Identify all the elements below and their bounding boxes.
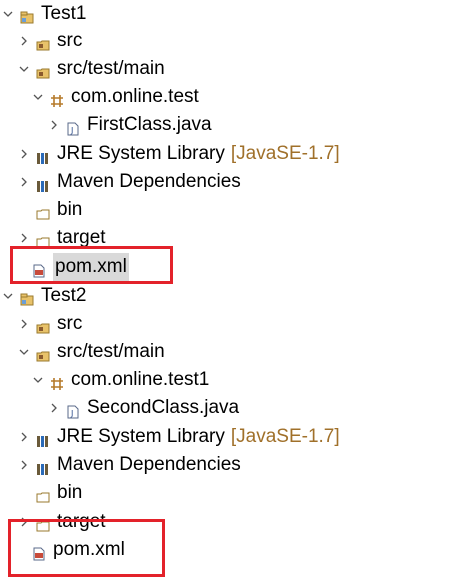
chevron-down-icon[interactable] — [2, 0, 14, 28]
tree-item-label: src/test/main — [57, 58, 165, 79]
tree-item-jre-library[interactable]: JRE System Library [JavaSE-1.7] — [0, 140, 474, 168]
tree-item-label: SecondClass.java — [87, 397, 240, 418]
highlight-box — [10, 246, 173, 284]
tree-item-label: Maven Dependencies — [57, 454, 241, 475]
chevron-down-icon[interactable] — [32, 83, 44, 111]
project-label: Test2 — [41, 285, 87, 306]
tree-item-label: com.online.test1 — [71, 369, 210, 390]
tree-item-label: src — [57, 30, 83, 51]
project-icon — [20, 6, 34, 24]
tree-item-label: com.online.test — [71, 86, 199, 107]
java-file-icon: J — [66, 117, 80, 136]
source-folder-icon — [36, 316, 50, 334]
library-icon — [36, 174, 50, 192]
tree-item-label: Maven Dependencies — [57, 171, 241, 192]
svg-text:J: J — [70, 409, 73, 418]
chevron-right-icon[interactable] — [18, 423, 30, 451]
chevron-right-icon[interactable] — [48, 111, 60, 139]
tree-item-test-source-folder[interactable]: src/test/main — [0, 338, 474, 366]
chevron-right-icon[interactable] — [18, 168, 30, 196]
tree-item-test1-project[interactable]: Test1 — [0, 0, 474, 28]
tree-item-label: FirstClass.java — [87, 114, 212, 135]
folder-icon — [36, 230, 50, 248]
tree-item-label: JRE System Library — [57, 143, 225, 164]
jre-version-decorator: [JavaSE-1.7] — [230, 426, 340, 447]
jre-version-decorator: [JavaSE-1.7] — [230, 143, 340, 164]
project-label: Test1 — [41, 3, 87, 24]
tree-item-java-file[interactable]: J FirstClass.java — [0, 111, 474, 139]
tree-item-bin[interactable]: bin — [0, 479, 474, 507]
tree-item-label: bin — [57, 199, 83, 220]
source-folder-icon — [36, 33, 50, 51]
chevron-right-icon[interactable] — [18, 140, 30, 168]
tree-item-package[interactable]: com.online.test1 — [0, 366, 474, 394]
tree-item-maven-dependencies[interactable]: Maven Dependencies — [0, 451, 474, 479]
chevron-down-icon[interactable] — [18, 55, 30, 83]
tree-item-jre-library[interactable]: JRE System Library [JavaSE-1.7] — [0, 423, 474, 451]
tree-item-bin[interactable]: bin — [0, 196, 474, 224]
chevron-right-icon[interactable] — [18, 451, 30, 479]
tree-item-package[interactable]: com.online.test — [0, 83, 474, 111]
tree-item-src[interactable]: src — [0, 27, 474, 55]
tree-item-test2-project[interactable]: Test2 — [0, 282, 474, 310]
chevron-down-icon[interactable] — [32, 366, 44, 394]
tree-item-label: JRE System Library — [57, 426, 225, 447]
chevron-right-icon[interactable] — [18, 310, 30, 338]
folder-icon — [36, 202, 50, 220]
folder-icon — [36, 485, 50, 503]
chevron-right-icon[interactable] — [48, 394, 60, 422]
library-icon — [36, 146, 50, 164]
project-explorer-tree: Test1 src src/test/main com.online.test — [0, 0, 474, 577]
tree-item-label: bin — [57, 482, 83, 503]
java-file-icon: J — [66, 400, 80, 419]
package-icon — [50, 372, 64, 390]
library-icon — [36, 457, 50, 475]
package-icon — [50, 89, 64, 107]
tree-item-maven-dependencies[interactable]: Maven Dependencies — [0, 168, 474, 196]
svg-text:J: J — [70, 126, 73, 135]
library-icon — [36, 429, 50, 447]
project-icon — [20, 288, 34, 306]
source-folder-icon — [36, 61, 50, 79]
tree-item-label: src — [57, 313, 83, 334]
chevron-down-icon[interactable] — [18, 338, 30, 366]
chevron-right-icon[interactable] — [18, 27, 30, 55]
chevron-down-icon[interactable] — [2, 282, 14, 310]
source-folder-icon — [36, 344, 50, 362]
tree-item-java-file[interactable]: J SecondClass.java — [0, 394, 474, 422]
highlight-box — [8, 519, 165, 577]
tree-item-src[interactable]: src — [0, 310, 474, 338]
tree-item-test-source-folder[interactable]: src/test/main — [0, 55, 474, 83]
tree-item-label: src/test/main — [57, 341, 165, 362]
